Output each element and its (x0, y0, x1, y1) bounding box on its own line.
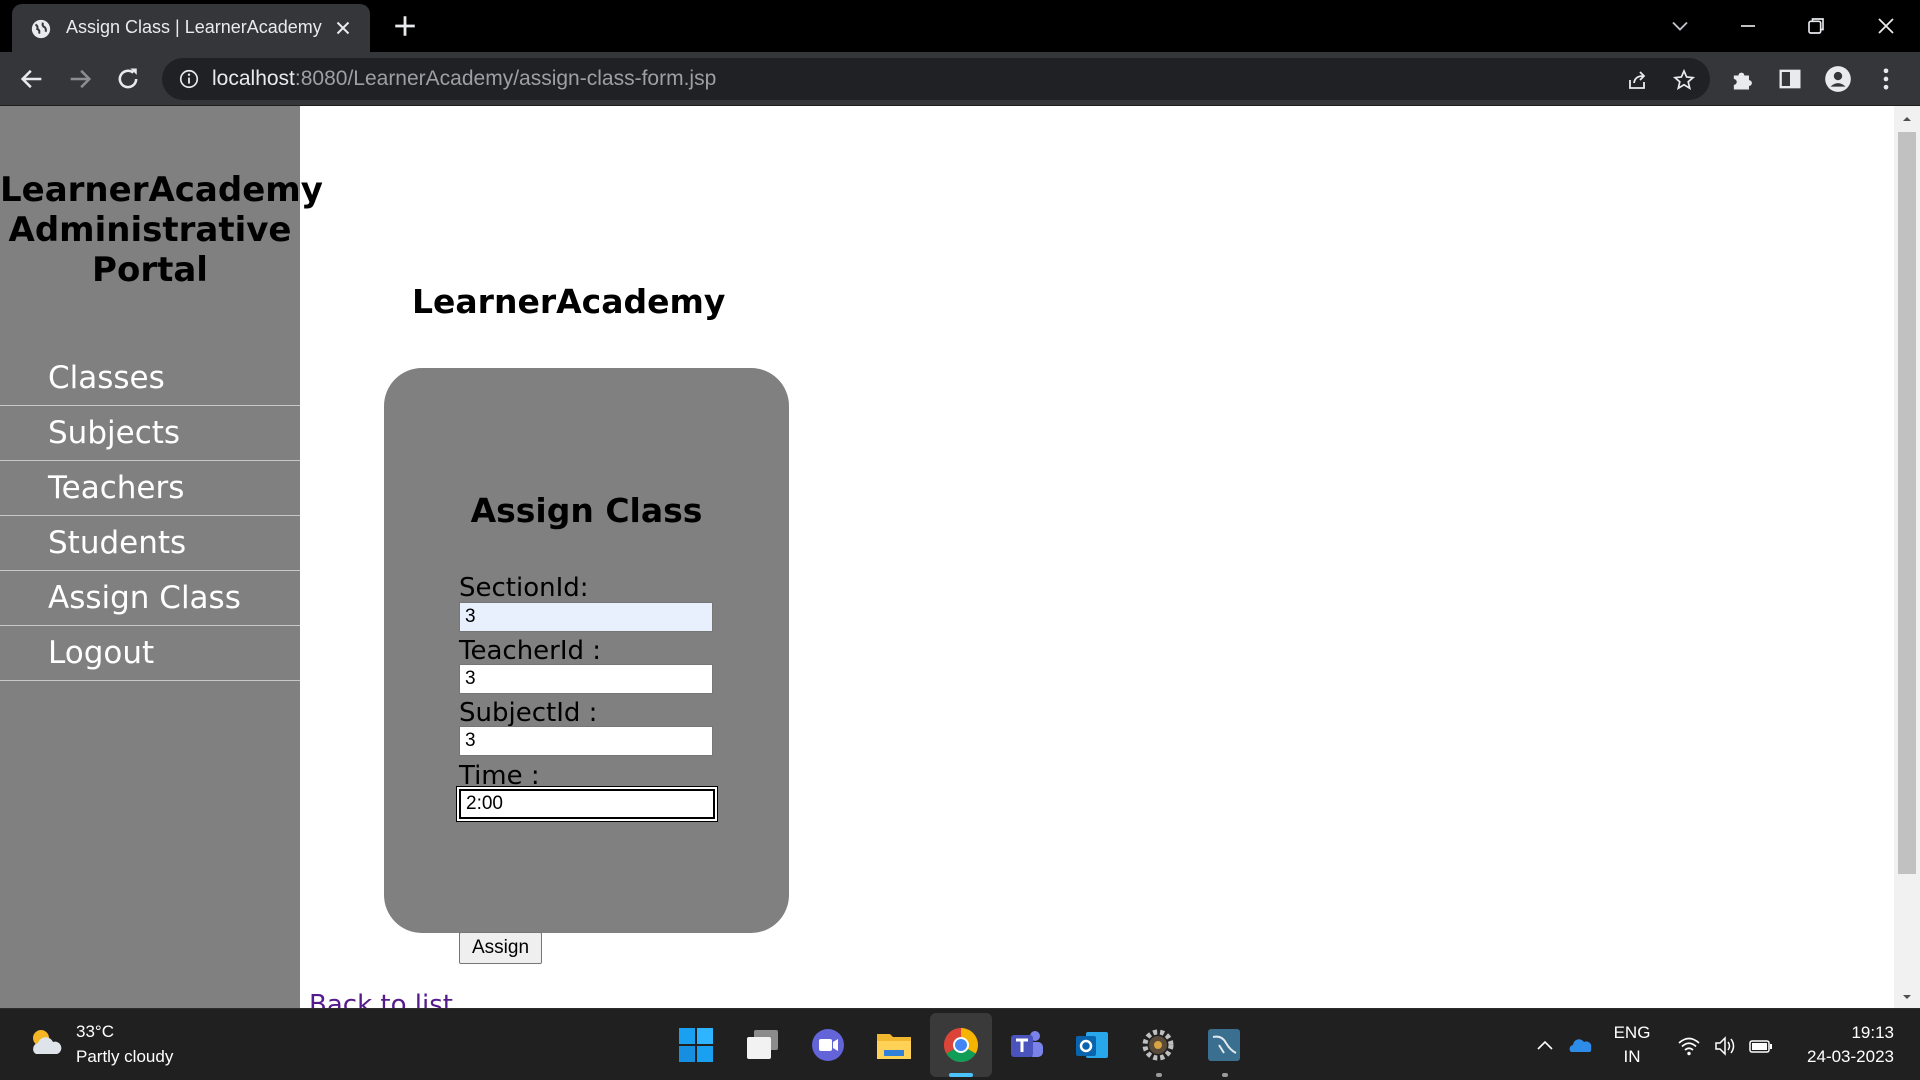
extensions-icon[interactable] (1728, 65, 1756, 93)
battery-icon[interactable] (1748, 1033, 1774, 1059)
sidebar-nav: Classes Subjects Teachers Students Assig… (0, 351, 300, 681)
reload-icon[interactable] (114, 65, 142, 93)
sidebar-item-classes[interactable]: Classes (0, 351, 300, 406)
scroll-down-arrow-icon[interactable] (1900, 990, 1914, 1004)
scroll-up-arrow-icon[interactable] (1900, 112, 1914, 126)
sidebar-item-logout[interactable]: Logout (0, 626, 300, 681)
chevron-up-icon[interactable] (1532, 1033, 1558, 1059)
page-brand: LearnerAcademy (412, 282, 726, 321)
section-id-field[interactable] (459, 602, 713, 632)
menu-kebab-icon[interactable] (1872, 65, 1900, 93)
time-field[interactable] (459, 789, 715, 819)
sidebar-item-subjects[interactable]: Subjects (0, 406, 300, 461)
close-window-icon[interactable] (1872, 12, 1900, 40)
scrollbar-thumb[interactable] (1898, 132, 1916, 874)
taskbar: 33°C Partly cloudy ENG IN 19:13 24-03-20… (0, 1008, 1920, 1080)
settings-gear-app-icon[interactable] (1136, 1023, 1180, 1067)
teacher-id-field[interactable] (459, 664, 713, 694)
sidebar-item-label[interactable]: Students (0, 516, 300, 571)
mysql-workbench-icon[interactable] (1202, 1023, 1246, 1067)
assign-class-form: Assign Class SectionId: TeacherId : Subj… (384, 368, 789, 964)
browser-titlebar: Assign Class | LearnerAcademy (0, 0, 1920, 52)
sidebar-item-assign-class[interactable]: Assign Class (0, 571, 300, 626)
sidebar-item-label[interactable]: Classes (0, 351, 300, 406)
vertical-scrollbar[interactable] (1894, 106, 1920, 1008)
sidebar-item-label[interactable]: Subjects (0, 406, 300, 461)
running-indicator (1156, 1073, 1162, 1077)
site-info-icon[interactable] (178, 68, 200, 90)
clock-date[interactable]: 24-03-2023 (1790, 1047, 1900, 1067)
new-tab-icon[interactable] (392, 13, 418, 39)
back-arrow-icon[interactable] (18, 65, 46, 93)
bookmark-star-icon[interactable] (1672, 68, 1696, 92)
back-to-list-link[interactable]: Back to list (309, 990, 453, 1008)
onedrive-cloud-icon[interactable] (1568, 1033, 1594, 1059)
close-tab-icon[interactable] (332, 17, 354, 39)
subject-id-label: SubjectId : (459, 698, 598, 728)
clock-time[interactable]: 19:13 (1790, 1023, 1900, 1043)
section-id-label: SectionId: (459, 573, 589, 603)
minimize-icon[interactable] (1734, 12, 1762, 40)
outlook-icon[interactable] (1070, 1023, 1114, 1067)
address-bar[interactable]: localhost:8080/LearnerAcademy/assign-cla… (162, 58, 1710, 100)
forward-arrow-icon[interactable] (66, 65, 94, 93)
teams-chat-icon[interactable] (806, 1023, 850, 1067)
windows-start-icon[interactable] (674, 1023, 718, 1067)
teacher-id-label: TeacherId : (459, 636, 602, 666)
sidebar-item-teachers[interactable]: Teachers (0, 461, 300, 516)
language-indicator[interactable]: ENG (1610, 1023, 1654, 1043)
url-text[interactable]: localhost:8080/LearnerAcademy/assign-cla… (212, 67, 716, 91)
time-label: Time : (459, 761, 540, 791)
side-panel-icon[interactable] (1776, 65, 1804, 93)
microsoft-teams-icon[interactable] (1004, 1023, 1048, 1067)
sidebar-item-label[interactable]: Assign Class (0, 571, 300, 626)
browser-toolbar: localhost:8080/LearnerAcademy/assign-cla… (0, 52, 1920, 106)
globe-icon (31, 19, 51, 39)
url-path: :8080/LearnerAcademy/assign-class-form.j… (294, 67, 717, 90)
subject-id-field[interactable] (459, 726, 713, 756)
assign-button[interactable]: Assign (459, 932, 542, 964)
file-explorer-icon[interactable] (872, 1023, 916, 1067)
form-heading: Assign Class (470, 491, 703, 530)
profile-avatar-icon[interactable] (1824, 65, 1852, 93)
restore-icon[interactable] (1802, 12, 1830, 40)
active-indicator (949, 1073, 973, 1077)
wifi-icon[interactable] (1676, 1033, 1702, 1059)
page-viewport: LearnerAcademy Administrative Portal Cla… (0, 106, 1920, 1008)
browser-tab[interactable]: Assign Class | LearnerAcademy (12, 4, 370, 52)
url-host: localhost (212, 67, 295, 90)
chrome-icon[interactable] (939, 1023, 983, 1067)
weather-description[interactable]: Partly cloudy (76, 1047, 173, 1067)
weather-temperature[interactable]: 33°C (76, 1022, 114, 1042)
sidebar-item-label[interactable]: Teachers (0, 461, 300, 516)
volume-icon[interactable] (1712, 1033, 1738, 1059)
portal-title: LearnerAcademy Administrative Portal (0, 170, 323, 290)
sidebar-item-label[interactable]: Logout (0, 626, 300, 681)
partly-cloudy-weather-icon[interactable] (26, 1023, 66, 1063)
running-indicator (1222, 1073, 1228, 1077)
region-indicator[interactable]: IN (1610, 1047, 1654, 1067)
share-icon[interactable] (1626, 68, 1650, 92)
tab-search-icon[interactable] (1666, 12, 1694, 40)
task-view-icon[interactable] (740, 1023, 784, 1067)
sidebar: LearnerAcademy Administrative Portal Cla… (0, 106, 323, 1008)
tab-title: Assign Class | LearnerAcademy (66, 17, 322, 37)
sidebar-item-students[interactable]: Students (0, 516, 300, 571)
